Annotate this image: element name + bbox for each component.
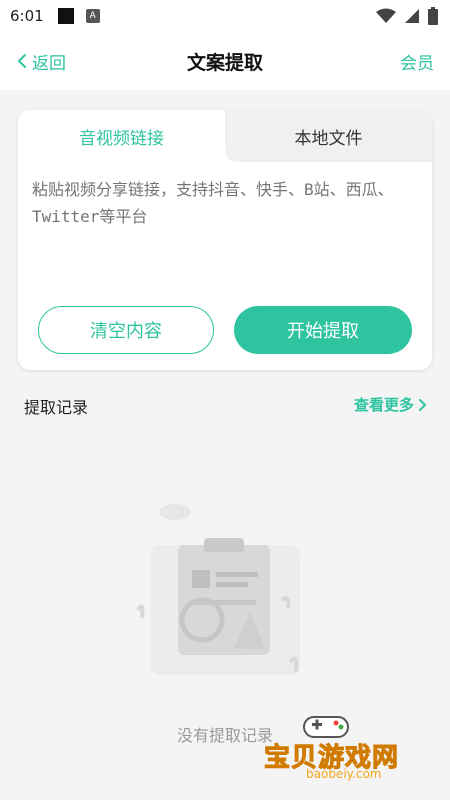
signal-icon xyxy=(405,9,419,23)
input-card: 音视频链接 本地文件 清空内容 开始提取 xyxy=(18,110,432,370)
chevron-left-icon xyxy=(17,54,26,68)
status-time: 6:01 xyxy=(10,7,44,25)
app-notification-letter: A xyxy=(89,11,96,21)
watermark-url: baobeiy.com xyxy=(306,767,382,781)
view-more-link[interactable]: 查看更多 xyxy=(354,394,428,415)
empty-clipboard-icon xyxy=(136,504,300,675)
link-input[interactable] xyxy=(32,176,418,296)
source-tabs: 音视频链接 本地文件 xyxy=(18,110,432,162)
notification-square-icon xyxy=(57,8,74,24)
back-label: 返回 xyxy=(32,53,66,74)
member-button[interactable]: 会员 xyxy=(400,49,434,74)
wifi-icon xyxy=(376,8,396,23)
tab-video-link[interactable]: 音视频链接 xyxy=(18,110,225,162)
watermark: 宝贝游戏网 baobeiy.com xyxy=(256,715,416,785)
records-title: 提取记录 xyxy=(24,398,89,417)
page-title: 文案提取 xyxy=(186,51,263,74)
app-notification-icon: A xyxy=(85,9,100,23)
view-more-label: 查看更多 xyxy=(353,396,414,414)
start-extract-button[interactable]: 开始提取 xyxy=(234,306,412,354)
battery-icon xyxy=(428,7,438,25)
nav-bar: 返回 文案提取 会员 xyxy=(0,32,450,90)
tab-local-file[interactable]: 本地文件 xyxy=(225,110,432,162)
status-bar: 6:01 A xyxy=(0,0,450,32)
clear-button[interactable]: 清空内容 xyxy=(38,306,214,354)
chevron-right-icon xyxy=(419,398,427,411)
back-button[interactable]: 返回 xyxy=(16,49,66,74)
